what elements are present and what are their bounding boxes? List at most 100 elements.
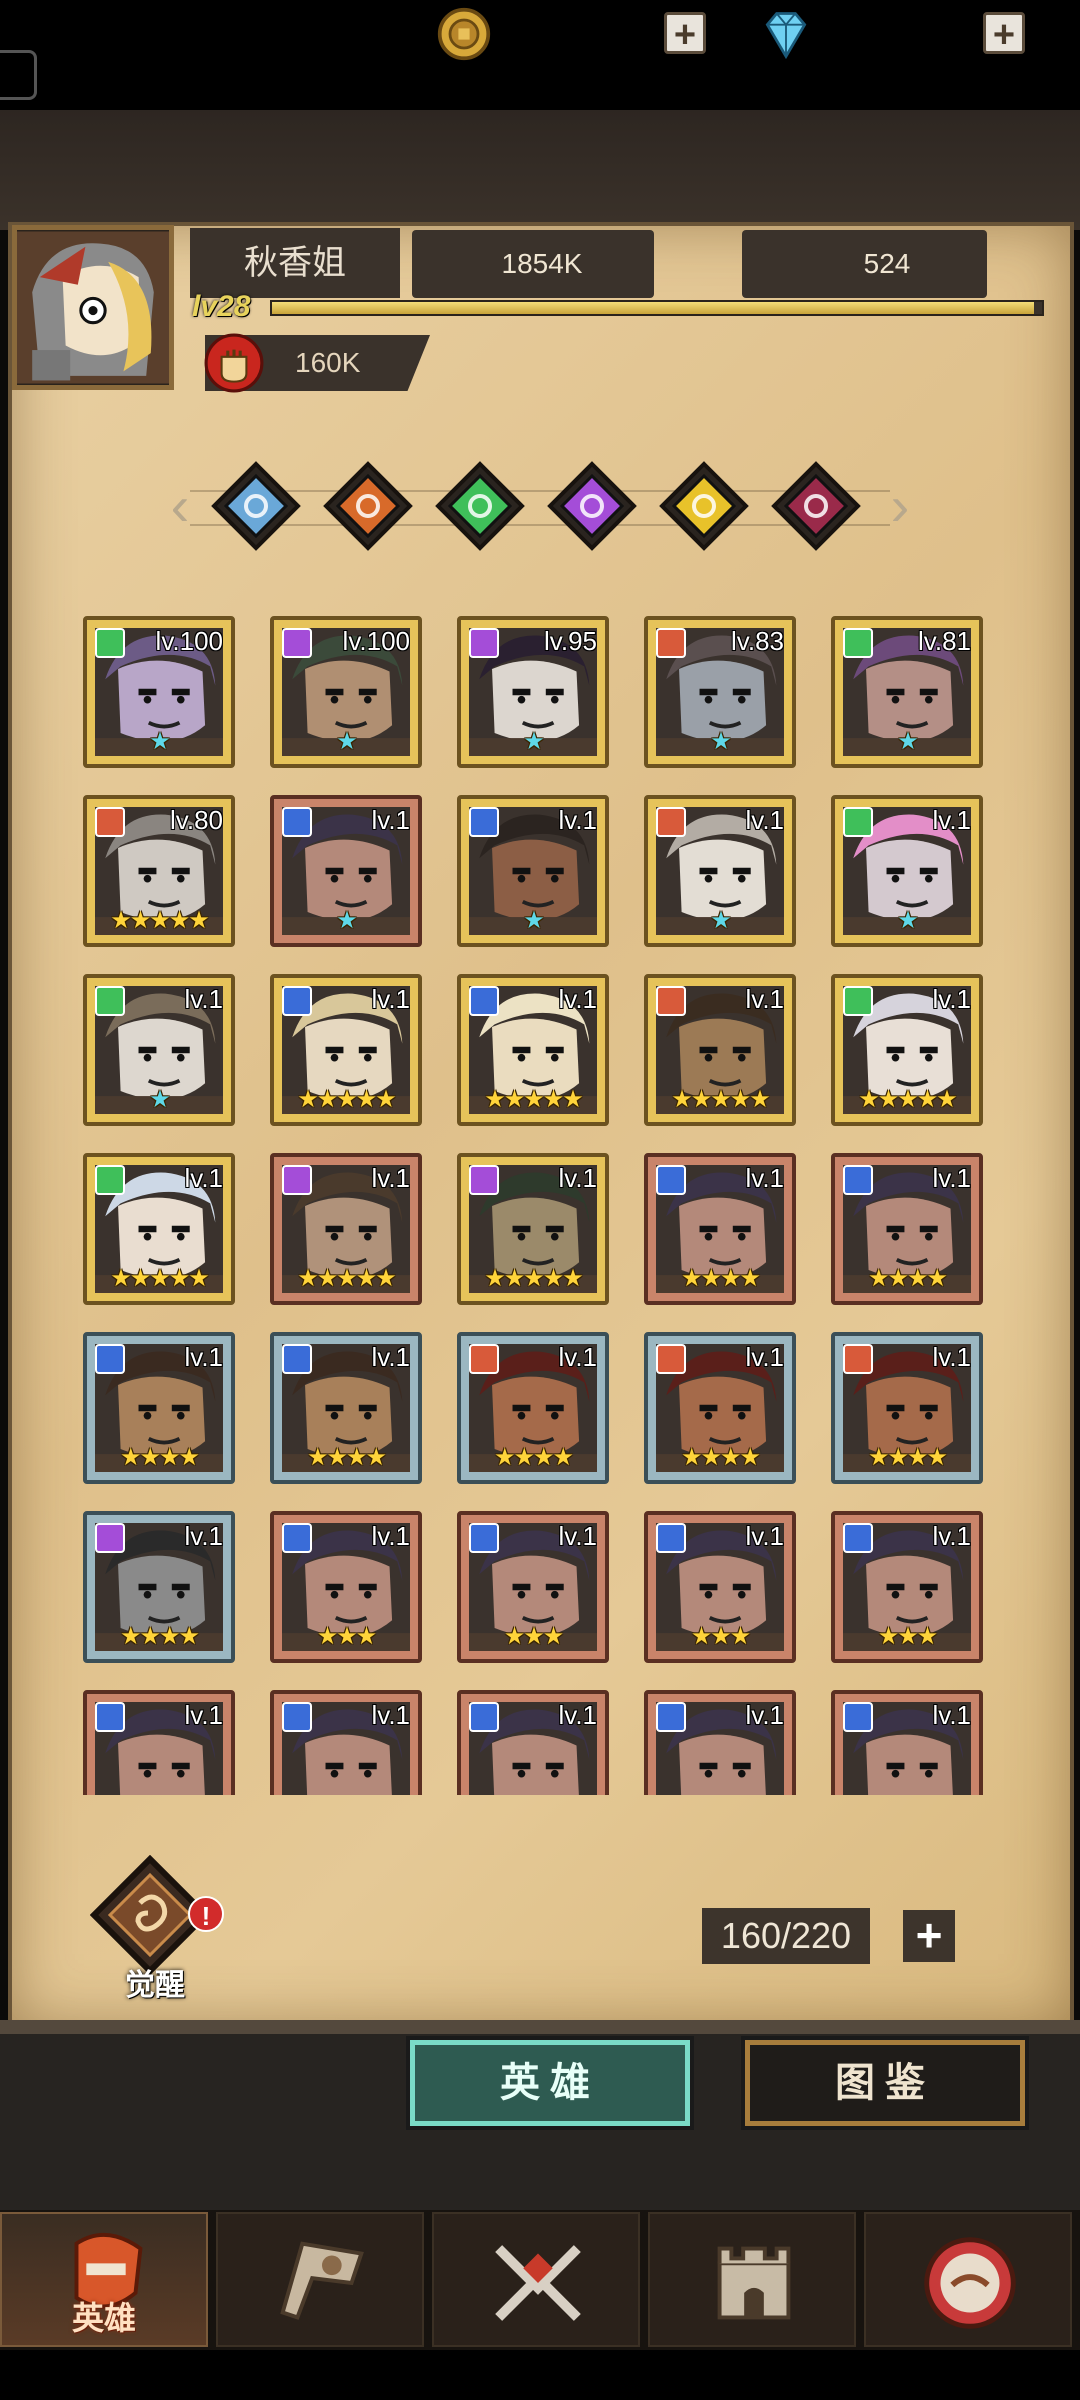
hero-level: lv.1 [558,984,597,1014]
tab-atlas[interactable]: 图鉴 [745,2040,1025,2126]
awaken-label: 觉醒 [125,1969,185,2002]
star-rating: ★ [710,907,732,934]
nav-castle-icon [717,2246,791,2320]
star-rating: ★★★★★ [858,1086,958,1113]
nav-battle[interactable] [432,2212,640,2347]
hero-card[interactable]: lv.1 [644,1690,796,1795]
filter-left-arrow[interactable]: ‹ [160,478,200,534]
star-rating: ★★★★★ [671,1086,771,1113]
class-badge-icon [95,628,125,658]
class-badge-icon [656,1344,686,1374]
hero-card[interactable]: lv.1 ★★★★ [83,1511,235,1663]
arcane-class-filter-icon[interactable] [546,460,638,552]
hero-card[interactable]: lv.1 ★★★★★ [270,1153,422,1305]
hero-level: lv.1 [932,1342,971,1372]
hero-level: lv.1 [932,805,971,835]
hero-level: lv.83 [731,626,784,656]
nav-adventure[interactable] [216,2212,424,2347]
hero-card[interactable]: lv.83 ★ [644,616,796,768]
hero-card[interactable]: lv.1 ★★★★★ [457,1153,609,1305]
hero-card[interactable]: lv.100 ★ [270,616,422,768]
hero-level: lv.1 [184,1342,223,1372]
star-rating: ★ [149,728,171,755]
hero-level: lv.1 [932,1521,971,1551]
hero-card[interactable]: lv.1 ★★★★ [83,1332,235,1484]
hero-card[interactable]: lv.1 ★ [831,795,983,947]
hero-card[interactable]: lv.1 ★★★ [457,1511,609,1663]
nav-guild[interactable] [864,2212,1072,2347]
star-rating: ★★★★ [306,1444,387,1471]
fire-class-filter-icon[interactable] [322,460,414,552]
class-badge-icon [282,986,312,1016]
hero-card[interactable]: lv.81 ★ [831,616,983,768]
player-avatar[interactable] [12,225,174,390]
star-rating: ★★★★ [493,1444,574,1471]
class-badge-icon [282,1344,312,1374]
hero-card[interactable]: lv.80 ★★★★★ [83,795,235,947]
hero-capacity: 160/220 [702,1908,870,1964]
class-badge-icon [843,1344,873,1374]
hero-card[interactable]: lv.1 ★★★★ [457,1332,609,1484]
player-name[interactable]: 秋香姐 [190,228,400,298]
hero-card[interactable]: lv.95 ★ [457,616,609,768]
hero-card[interactable]: lv.1 ★★★★ [644,1153,796,1305]
class-badge-icon [282,807,312,837]
hero-card[interactable]: lv.1 ★★★★ [644,1332,796,1484]
nav-castle[interactable] [648,2212,856,2347]
class-badge-icon [95,807,125,837]
system-nav-bar [0,2350,1080,2400]
hero-card[interactable]: lv.1 ★★★ [270,1511,422,1663]
class-badge-icon [656,986,686,1016]
hero-card[interactable]: lv.1 ★★★★★ [831,974,983,1126]
star-rating: ★★★★ [119,1444,200,1471]
expand-capacity-button[interactable]: + [903,1910,955,1962]
hero-card[interactable]: lv.1 ★ [270,795,422,947]
class-badge-icon [95,1344,125,1374]
class-badge-icon [656,1523,686,1553]
hero-card[interactable]: lv.1 ★★★★ [831,1332,983,1484]
gem-resource: 524 [742,230,987,298]
hero-level: lv.1 [371,1342,410,1372]
hero-card[interactable]: lv.1 ★★★ [831,1511,983,1663]
add-gem-button[interactable]: + [983,12,1025,55]
hero-level: lv.1 [558,1342,597,1372]
class-badge-icon [469,1344,499,1374]
hero-level: lv.1 [932,1700,971,1730]
star-rating: ★★★★★ [484,1086,584,1113]
hero-card[interactable]: lv.1 ★★★ [644,1511,796,1663]
star-rating: ★ [897,728,919,755]
hero-card[interactable]: lv.1 ★★★★★ [83,1153,235,1305]
hero-card[interactable]: lv.1 ★★★★★ [644,974,796,1126]
hero-card[interactable]: lv.1 ★ [83,974,235,1126]
class-badge-icon [843,1165,873,1195]
filter-right-arrow[interactable]: › [880,478,920,534]
hero-card[interactable]: lv.1 [457,1690,609,1795]
star-rating: ★★★★★ [110,907,210,934]
hero-level: lv.1 [371,805,410,835]
class-badge-icon [95,1523,125,1553]
all-class-filter-icon[interactable] [210,460,302,552]
gold-coin-icon [437,7,491,61]
class-badge-icon [843,628,873,658]
hero-card[interactable]: lv.1 [83,1690,235,1795]
light-class-filter-icon[interactable] [658,460,750,552]
hero-card[interactable]: lv.1 ★★★★ [270,1332,422,1484]
hero-card[interactable]: lv.1 [270,1690,422,1795]
hero-card[interactable]: lv.1 ★★★★★ [457,974,609,1126]
hero-card[interactable]: lv.1 ★ [457,795,609,947]
nature-class-filter-icon[interactable] [434,460,526,552]
nav-heroes[interactable]: 英雄 [0,2212,208,2347]
class-badge-icon [95,1702,125,1732]
hero-card[interactable]: lv.100 ★ [83,616,235,768]
hero-level: lv.1 [558,1700,597,1730]
hero-card[interactable]: lv.1 ★★★★★ [270,974,422,1126]
hero-card[interactable]: lv.1 ★ [644,795,796,947]
class-badge-icon [469,1165,499,1195]
add-gold-button[interactable]: + [664,12,706,55]
hero-card[interactable]: lv.1 [831,1690,983,1795]
tab-heroes[interactable]: 英雄 [410,2040,690,2126]
hero-level: lv.1 [558,1163,597,1193]
star-rating: ★★★★ [119,1623,200,1650]
hero-card[interactable]: lv.1 ★★★★ [831,1153,983,1305]
dark-class-filter-icon[interactable] [770,460,862,552]
